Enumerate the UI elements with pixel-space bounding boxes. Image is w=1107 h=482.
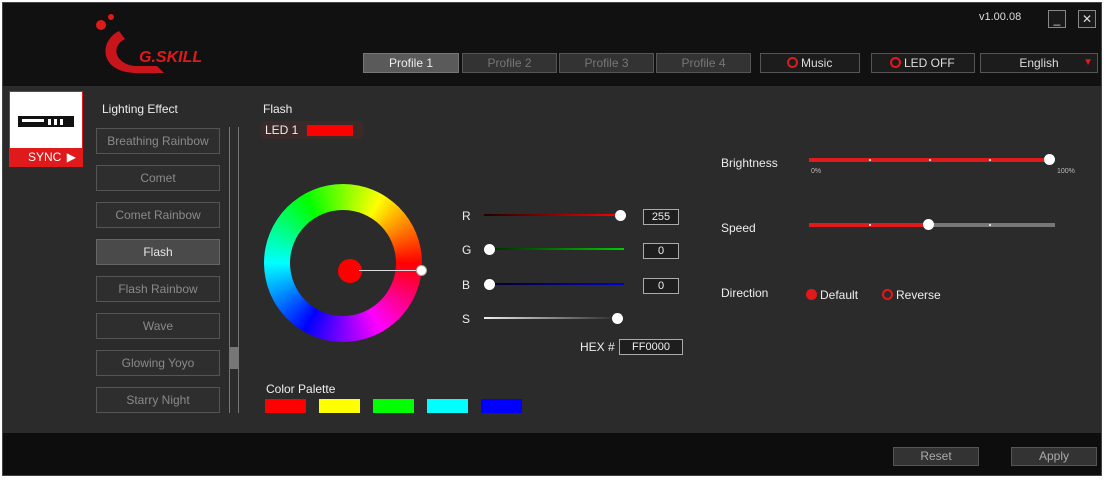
r-label: R <box>462 209 471 223</box>
brightness-min-label: 0% <box>811 168 822 175</box>
memory-module-icon <box>18 116 74 127</box>
palette-swatch-blue[interactable] <box>481 399 522 413</box>
music-radio-icon <box>787 57 798 68</box>
lighting-effect-heading: Lighting Effect <box>102 102 178 116</box>
r-slider-handle[interactable] <box>615 210 626 221</box>
direction-default-label: Default <box>820 288 859 302</box>
b-value-input[interactable]: 0 <box>643 278 679 294</box>
apply-button[interactable]: Apply <box>1011 447 1097 466</box>
dropdown-arrow-icon: ▼ <box>1083 57 1093 68</box>
sync-module-button[interactable]: SYNC ▶ <box>9 91 83 167</box>
gskill-logo: G.SKILL <box>89 11 249 81</box>
reset-button[interactable]: Reset <box>893 447 979 466</box>
title-bar: G.SKILL v1.00.08 _ ✕ Profile 1 Profile 2… <box>3 3 1101 86</box>
palette-swatch-yellow[interactable] <box>319 399 360 413</box>
g-slider-track[interactable] <box>484 248 624 250</box>
tab-profile-2[interactable]: Profile 2 <box>462 53 557 73</box>
language-value: English <box>1019 56 1059 70</box>
brightness-slider-handle[interactable] <box>1044 154 1055 165</box>
sync-bar: SYNC ▶ <box>10 148 82 166</box>
brightness-max-label: 100% <box>1057 168 1075 175</box>
b-slider-track[interactable] <box>484 283 624 285</box>
s-slider-track[interactable] <box>484 317 612 319</box>
led-selector[interactable]: LED 1 <box>261 121 363 139</box>
effect-starry-night[interactable]: Starry Night <box>96 387 220 413</box>
tab-profile-1[interactable]: Profile 1 <box>363 53 459 73</box>
speed-slider-handle[interactable] <box>923 219 934 230</box>
palette-swatch-cyan[interactable] <box>427 399 468 413</box>
b-slider-handle[interactable] <box>484 279 495 290</box>
direction-default-radio[interactable]: Default <box>806 288 858 302</box>
brightness-label: Brightness <box>721 156 778 170</box>
effect-wave[interactable]: Wave <box>96 313 220 339</box>
palette-swatch-red[interactable] <box>265 399 306 413</box>
direction-reverse-label: Reverse <box>896 288 941 302</box>
arrow-right-icon: ▶ <box>66 150 76 164</box>
tab-profile-4[interactable]: Profile 4 <box>656 53 751 73</box>
led-off-label: LED OFF <box>904 56 955 70</box>
effects-scrollbar[interactable] <box>229 127 239 413</box>
direction-reverse-radio[interactable]: Reverse <box>882 288 941 302</box>
minimize-button[interactable]: _ <box>1048 10 1066 28</box>
palette-swatch-green[interactable] <box>373 399 414 413</box>
color-wheel-indicator-line <box>359 270 421 271</box>
selected-color-preview <box>338 259 362 283</box>
direction-label: Direction <box>721 286 769 300</box>
g-label: G <box>462 243 472 257</box>
effect-glowing-yoyo[interactable]: Glowing Yoyo <box>96 350 220 376</box>
close-button[interactable]: ✕ <box>1078 10 1096 28</box>
effect-flash[interactable]: Flash <box>96 239 220 265</box>
speed-label: Speed <box>721 221 756 235</box>
effect-comet[interactable]: Comet <box>96 165 220 191</box>
hex-label: HEX # <box>580 340 615 354</box>
effects-scrollbar-thumb[interactable] <box>229 347 239 369</box>
led-off-radio-icon <box>890 57 901 68</box>
logo-swoosh-icon <box>96 14 164 73</box>
tab-profile-3[interactable]: Profile 3 <box>559 53 654 73</box>
s-label: S <box>462 312 471 326</box>
led-off-button[interactable]: LED OFF <box>871 53 975 73</box>
led-label: LED 1 <box>265 123 299 137</box>
effect-title: Flash <box>263 102 293 116</box>
app-window: G.SKILL v1.00.08 _ ✕ Profile 1 Profile 2… <box>2 2 1102 476</box>
effect-flash-rainbow[interactable]: Flash Rainbow <box>96 276 220 302</box>
effect-comet-rainbow[interactable]: Comet Rainbow <box>96 202 220 228</box>
b-label: B <box>462 278 471 292</box>
color-palette-heading: Color Palette <box>266 382 336 396</box>
sync-label: SYNC <box>28 150 62 164</box>
s-slider-handle[interactable] <box>612 313 623 324</box>
radio-selected-icon <box>806 289 817 300</box>
g-value-input[interactable]: 0 <box>643 243 679 259</box>
language-select[interactable]: English ▼ <box>980 53 1098 73</box>
r-slider-track[interactable] <box>484 214 621 216</box>
g-slider-handle[interactable] <box>484 244 495 255</box>
brand-name: G.SKILL <box>139 49 203 66</box>
led-color-swatch <box>307 125 353 136</box>
color-wheel-handle[interactable] <box>416 265 427 276</box>
effect-breathing-rainbow[interactable]: Breathing Rainbow <box>96 128 220 154</box>
version-label: v1.00.08 <box>979 11 1022 23</box>
music-label: Music <box>801 56 833 70</box>
hex-value-input[interactable]: FF0000 <box>619 339 683 355</box>
music-button[interactable]: Music <box>760 53 860 73</box>
brightness-slider-track[interactable] <box>809 158 1051 162</box>
r-value-input[interactable]: 255 <box>643 209 679 225</box>
radio-unselected-icon <box>882 289 893 300</box>
